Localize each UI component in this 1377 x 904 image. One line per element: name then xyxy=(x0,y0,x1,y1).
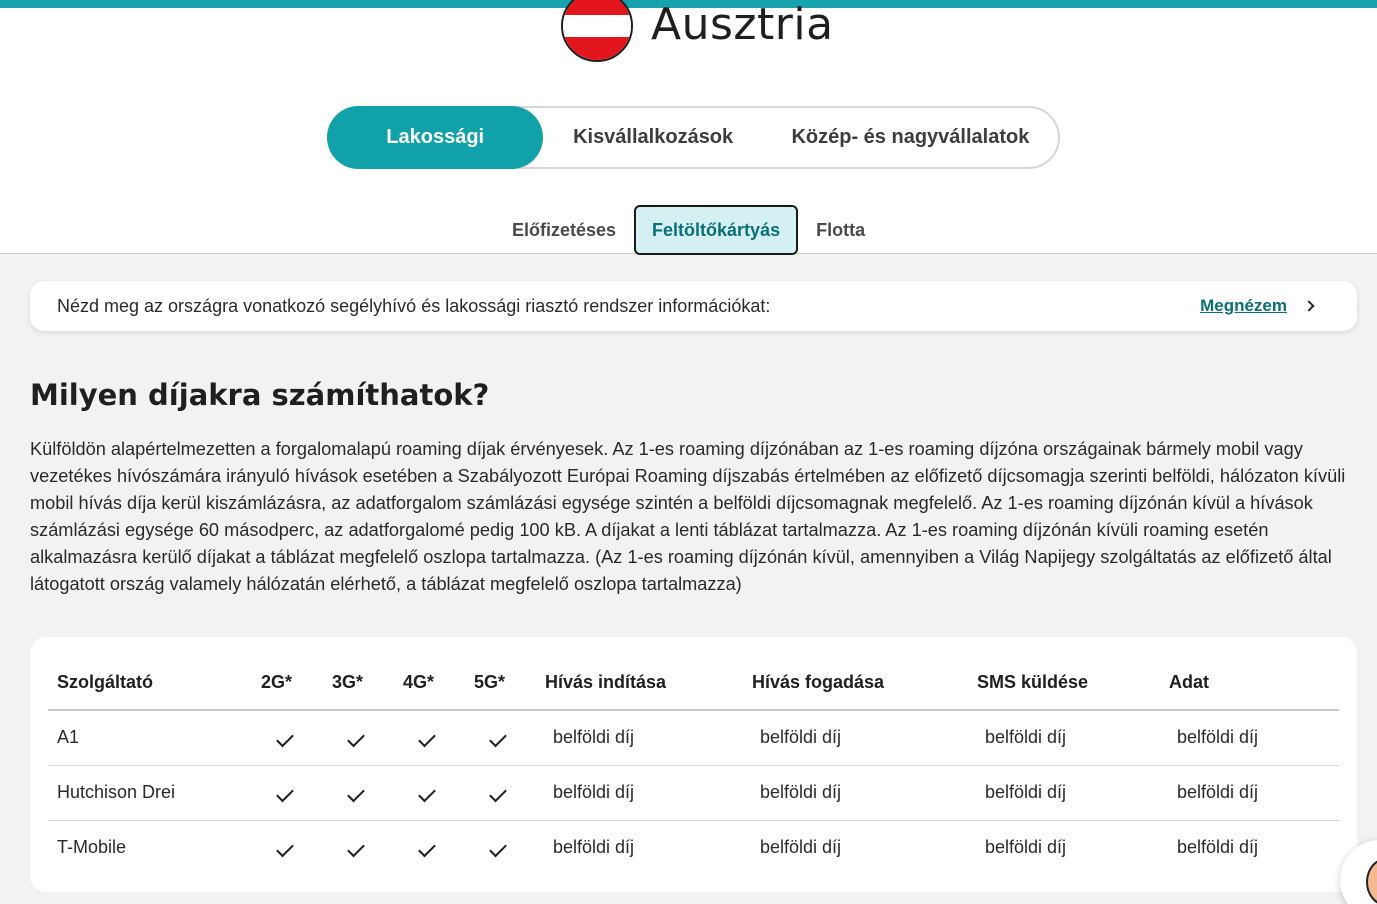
col-header-call-out: Hívás indítása xyxy=(536,655,743,711)
check-icon xyxy=(489,784,507,803)
provider-name: Hutchison Drei xyxy=(48,765,252,821)
segment-kisvallalkozasok[interactable]: Kisvállalkozások xyxy=(543,106,762,169)
table-row: A1 belföldi díj belföldi díj belföldi dí… xyxy=(48,710,1339,766)
col-header-5g: 5G* xyxy=(465,655,536,711)
col-header-sms: SMS küldése xyxy=(968,655,1160,711)
sms-fee: belföldi díj xyxy=(968,765,1160,821)
data-fee: belföldi díj xyxy=(1160,765,1339,821)
chevron-right-icon[interactable] xyxy=(1303,300,1315,312)
check-icon xyxy=(347,839,365,858)
emergency-info-banner: Nézd meg az országra vonatkozó segélyhív… xyxy=(30,281,1357,331)
check-icon xyxy=(489,729,507,748)
call-in-fee: belföldi díj xyxy=(743,765,968,821)
data-fee: belföldi díj xyxy=(1160,710,1339,766)
section-heading: Milyen díjakra számíthatok? xyxy=(30,378,490,412)
info-link-group[interactable]: Megnézem xyxy=(1200,296,1315,316)
table-row: T-Mobile belföldi díj belföldi díj belfö… xyxy=(48,820,1339,875)
call-out-fee: belföldi díj xyxy=(536,710,743,766)
check-icon xyxy=(347,729,365,748)
tab-flotta[interactable]: Flotta xyxy=(804,205,877,255)
segment-lakossagi[interactable]: Lakossági xyxy=(327,106,544,169)
provider-name: A1 xyxy=(48,710,252,766)
data-fee: belföldi díj xyxy=(1177,837,1259,858)
country-title: Ausztria xyxy=(651,0,834,50)
roaming-fee-table: Szolgáltató 2G* 3G* 4G* 5G* Hívás indítá… xyxy=(48,655,1339,875)
check-icon xyxy=(347,784,365,803)
sms-fee: belföldi díj xyxy=(968,710,1160,766)
assistant-avatar-icon[interactable] xyxy=(1366,858,1377,904)
call-out-fee: belföldi díj xyxy=(536,765,743,821)
segment-kozep-nagyvallalatok[interactable]: Közép- és nagyvállalatok xyxy=(763,106,1058,169)
call-out-fee: belföldi díj xyxy=(553,837,635,858)
col-header-data: Adat xyxy=(1160,655,1339,711)
section-paragraph: Külföldön alapértelmezetten a forgalomal… xyxy=(30,439,1346,594)
check-icon xyxy=(489,839,507,858)
roaming-table-card: Szolgáltató 2G* 3G* 4G* 5G* Hívás indítá… xyxy=(30,637,1357,892)
tab-elofizeteses[interactable]: Előfizetéses xyxy=(500,205,628,255)
table-header-row: Szolgáltató 2G* 3G* 4G* 5G* Hívás indítá… xyxy=(48,655,1339,711)
info-text: Nézd meg az országra vonatkozó segélyhív… xyxy=(57,295,771,316)
call-in-fee: belföldi díj xyxy=(760,837,842,858)
check-icon xyxy=(276,839,294,858)
tab-feltoltokartyas[interactable]: Feltöltőkártyás xyxy=(634,205,799,255)
check-icon xyxy=(418,729,436,748)
check-icon xyxy=(276,784,294,803)
megnezem-link[interactable]: Megnézem xyxy=(1200,296,1287,316)
col-header-provider: Szolgáltató xyxy=(48,655,252,711)
col-header-3g: 3G* xyxy=(323,655,394,711)
call-in-fee: belföldi díj xyxy=(743,710,968,766)
check-icon xyxy=(276,729,294,748)
check-icon xyxy=(418,784,436,803)
check-icon xyxy=(418,839,436,858)
table-row: Hutchison Drei belföldi díj belföldi díj… xyxy=(48,765,1339,821)
customer-segment-switch: Lakossági Kisvállalkozások Közép- és nag… xyxy=(327,106,1060,169)
col-header-4g: 4G* xyxy=(394,655,465,711)
provider-name: T-Mobile xyxy=(57,837,127,858)
col-header-2g: 2G* xyxy=(252,655,323,711)
austria-flag-icon xyxy=(561,0,633,62)
col-header-call-in: Hívás fogadása xyxy=(743,655,968,711)
country-header: Ausztria xyxy=(561,0,834,66)
sms-fee: belföldi díj xyxy=(985,837,1067,858)
plan-type-tabs: Előfizetéses Feltöltőkártyás Flotta xyxy=(500,204,877,256)
